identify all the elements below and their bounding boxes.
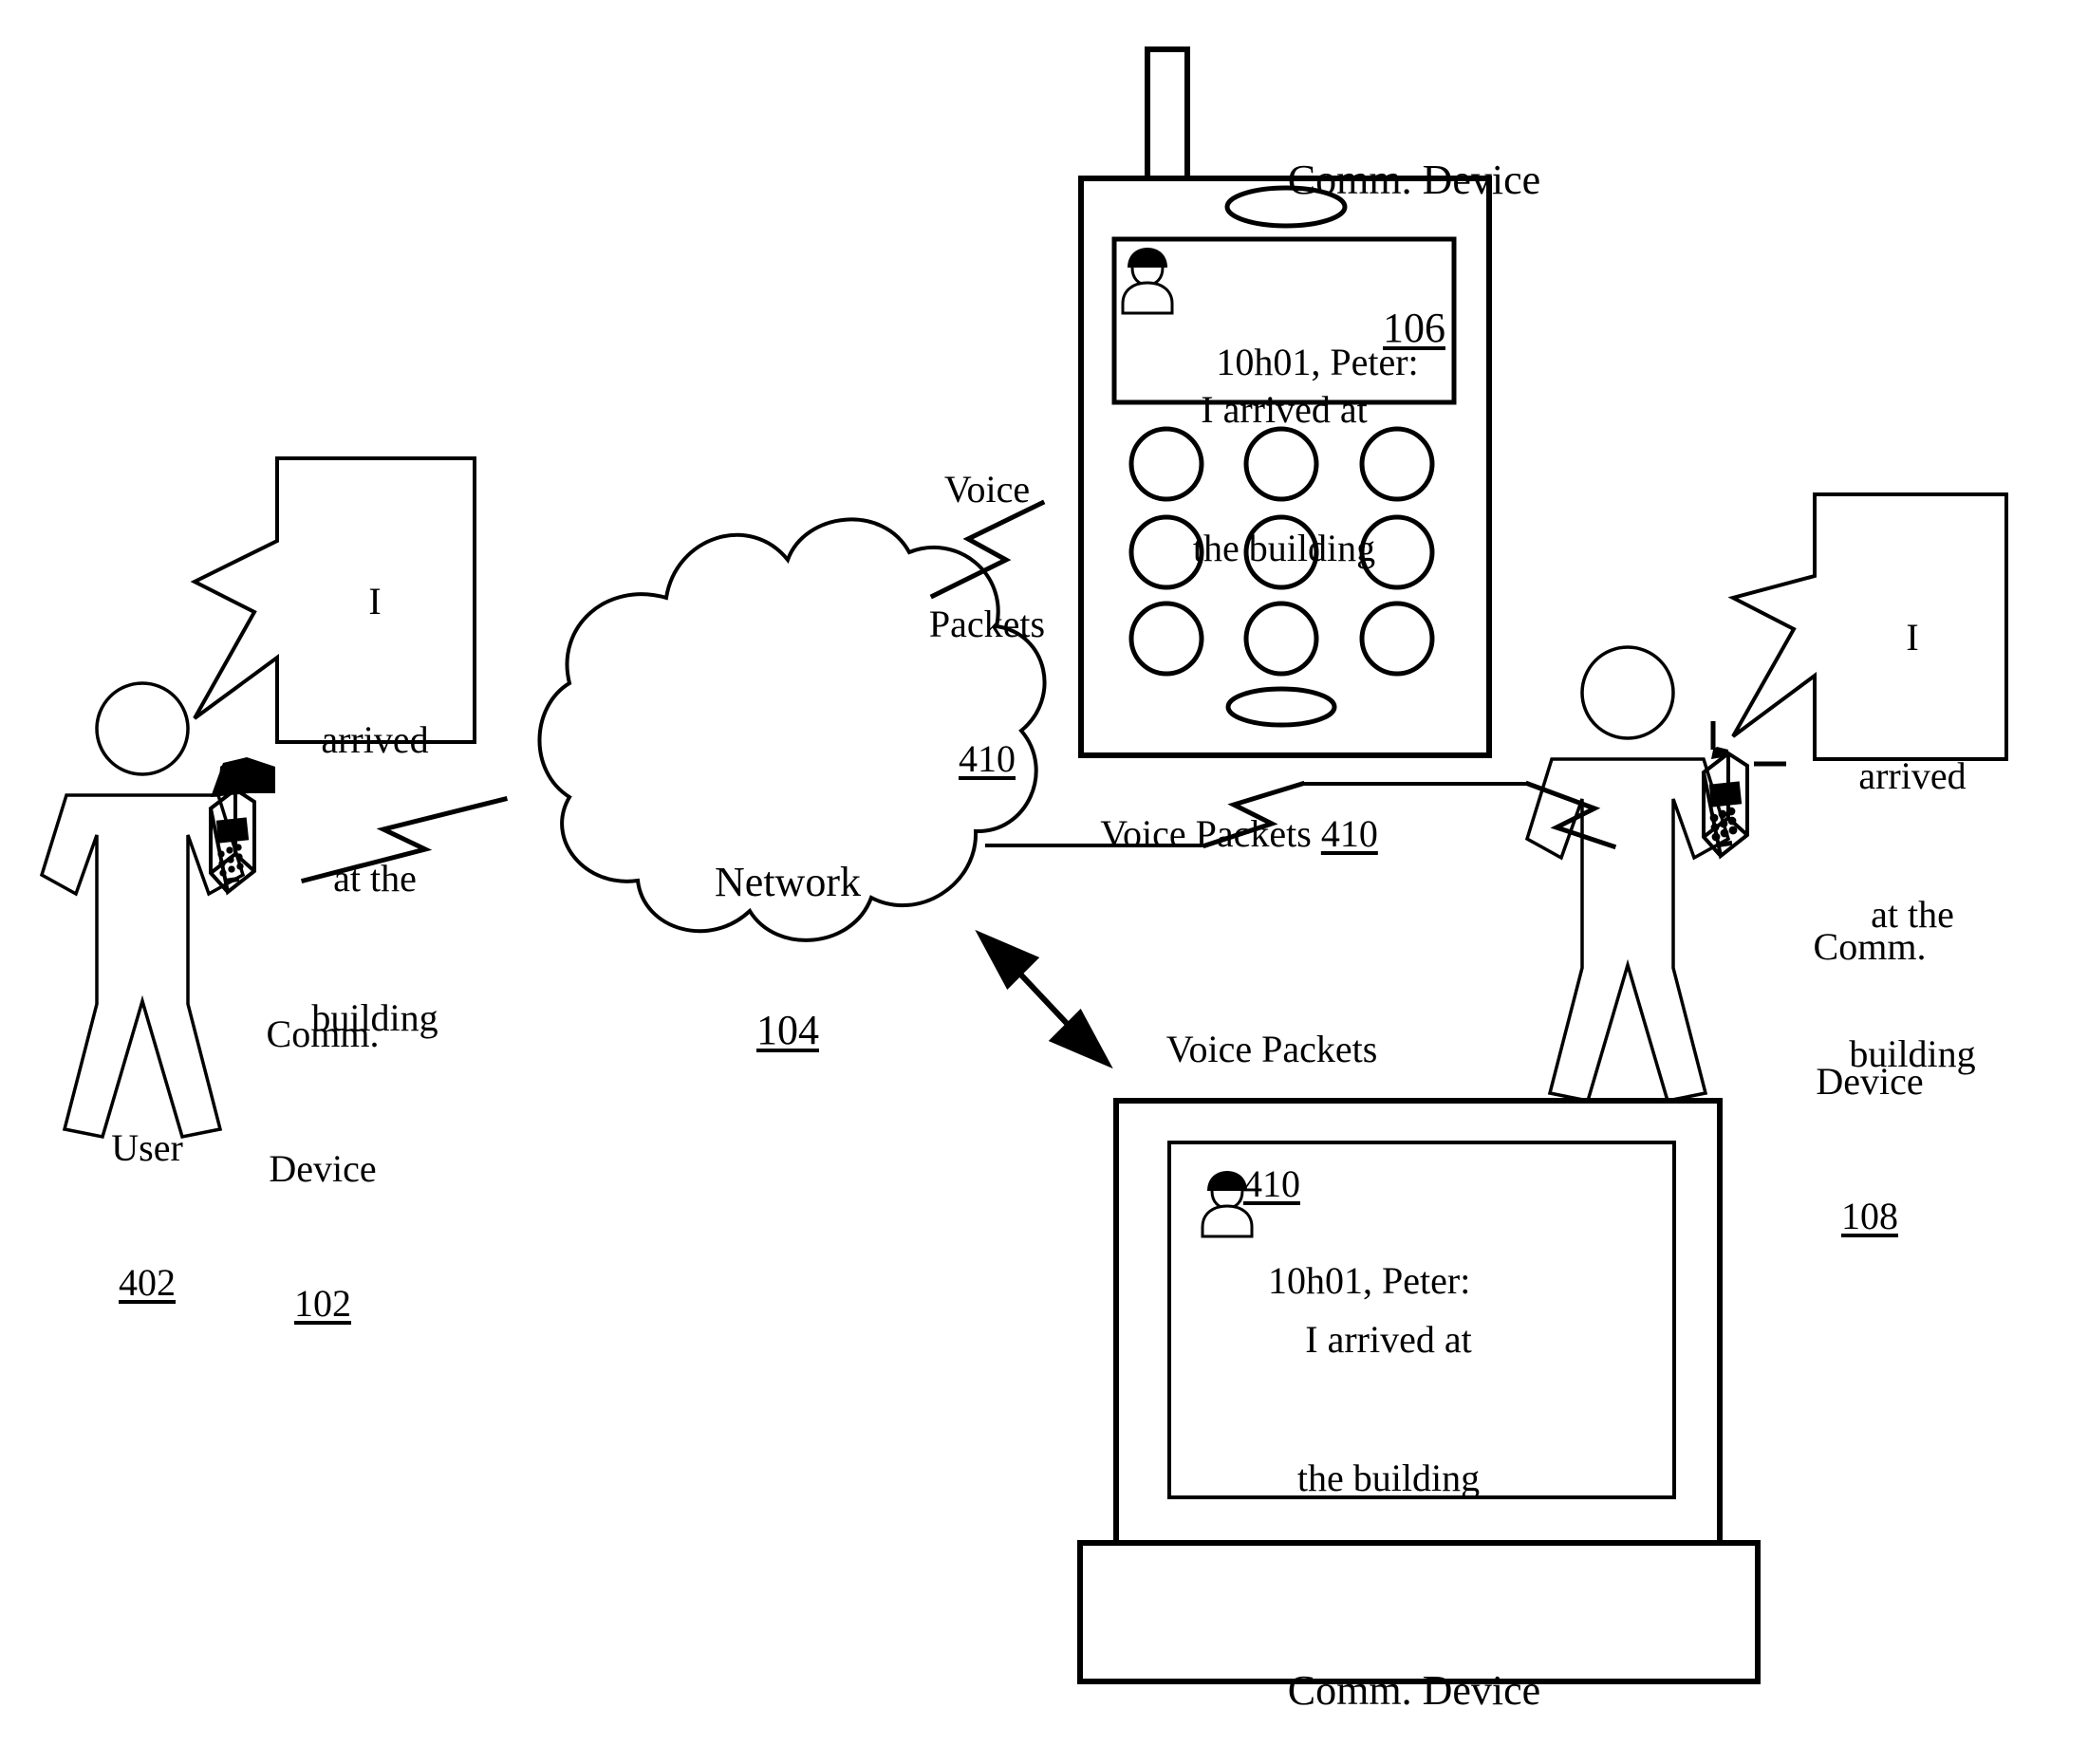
user-figure-right bbox=[1524, 645, 1731, 1104]
device-112-screen-message-body: I arrived at the building bbox=[1224, 1224, 1553, 1594]
device-102-label: Comm. Device 102 bbox=[228, 922, 418, 1415]
device-102-label-line2: Device bbox=[269, 1146, 377, 1190]
patent-figure-canvas: Comm. Device 106 10h01, Peter: I arrived… bbox=[0, 0, 2088, 1764]
device-108-label: Comm. Device 108 bbox=[1775, 835, 1965, 1328]
user-402-label-ref: 402 bbox=[119, 1260, 176, 1304]
device-112-label-title: Comm. Device bbox=[1287, 1666, 1541, 1714]
device-106-msg-line2: I arrived at bbox=[1201, 387, 1368, 431]
voice-packets-top-line1: Voice bbox=[943, 468, 1031, 511]
right-user-head bbox=[1580, 645, 1675, 740]
device-102-label-ref: 102 bbox=[294, 1281, 351, 1325]
user-402-label-title: User bbox=[111, 1126, 183, 1170]
device-112-msg-line3: the building bbox=[1296, 1456, 1481, 1499]
device-108-label-line1: Comm. bbox=[1813, 925, 1927, 969]
voice-packets-top-line2: Packets bbox=[928, 602, 1046, 645]
device-102-label-line1: Comm. bbox=[266, 1012, 380, 1056]
user-head bbox=[95, 681, 190, 776]
device-106-antenna bbox=[1145, 46, 1190, 185]
device-106-screen-message-body: I arrived at the building bbox=[1114, 294, 1454, 664]
network-label-title: Network bbox=[715, 858, 861, 905]
network-label-ref: 104 bbox=[756, 1006, 819, 1053]
device-108-label-line2: Device bbox=[1816, 1059, 1924, 1103]
voice-packets-middle-ref: 410 bbox=[1320, 812, 1378, 856]
bubble-left-line1: I bbox=[368, 579, 382, 622]
link-arrow-network-device112 bbox=[975, 929, 1113, 1069]
voice-packets-bottom-line1: Voice Packets bbox=[1165, 1028, 1378, 1071]
bubble-right-line1: I bbox=[1906, 615, 1919, 659]
device-112-label: Comm. Device 112 bbox=[1177, 1568, 1651, 1764]
bubble-left-line3: at the bbox=[333, 857, 417, 901]
device-106-msg-line3: the building bbox=[1192, 526, 1376, 569]
voice-packets-middle-label: Voice Packets 410 bbox=[1063, 767, 1462, 901]
user-402-label: User 402 bbox=[57, 1036, 237, 1395]
device-112-msg-line2: I arrived at bbox=[1305, 1317, 1472, 1361]
bubble-left-line2: arrived bbox=[321, 717, 429, 761]
device-106-speaker bbox=[1225, 686, 1337, 728]
right-user-body bbox=[1524, 757, 1731, 1104]
network-label: Network 104 bbox=[626, 759, 949, 1153]
device-106-label-title: Comm. Device bbox=[1287, 156, 1541, 203]
bubble-right-line2: arrived bbox=[1858, 753, 1967, 797]
voice-packets-middle-line1: Voice Packets bbox=[1100, 812, 1312, 856]
device-108-label-ref: 108 bbox=[1841, 1194, 1898, 1237]
